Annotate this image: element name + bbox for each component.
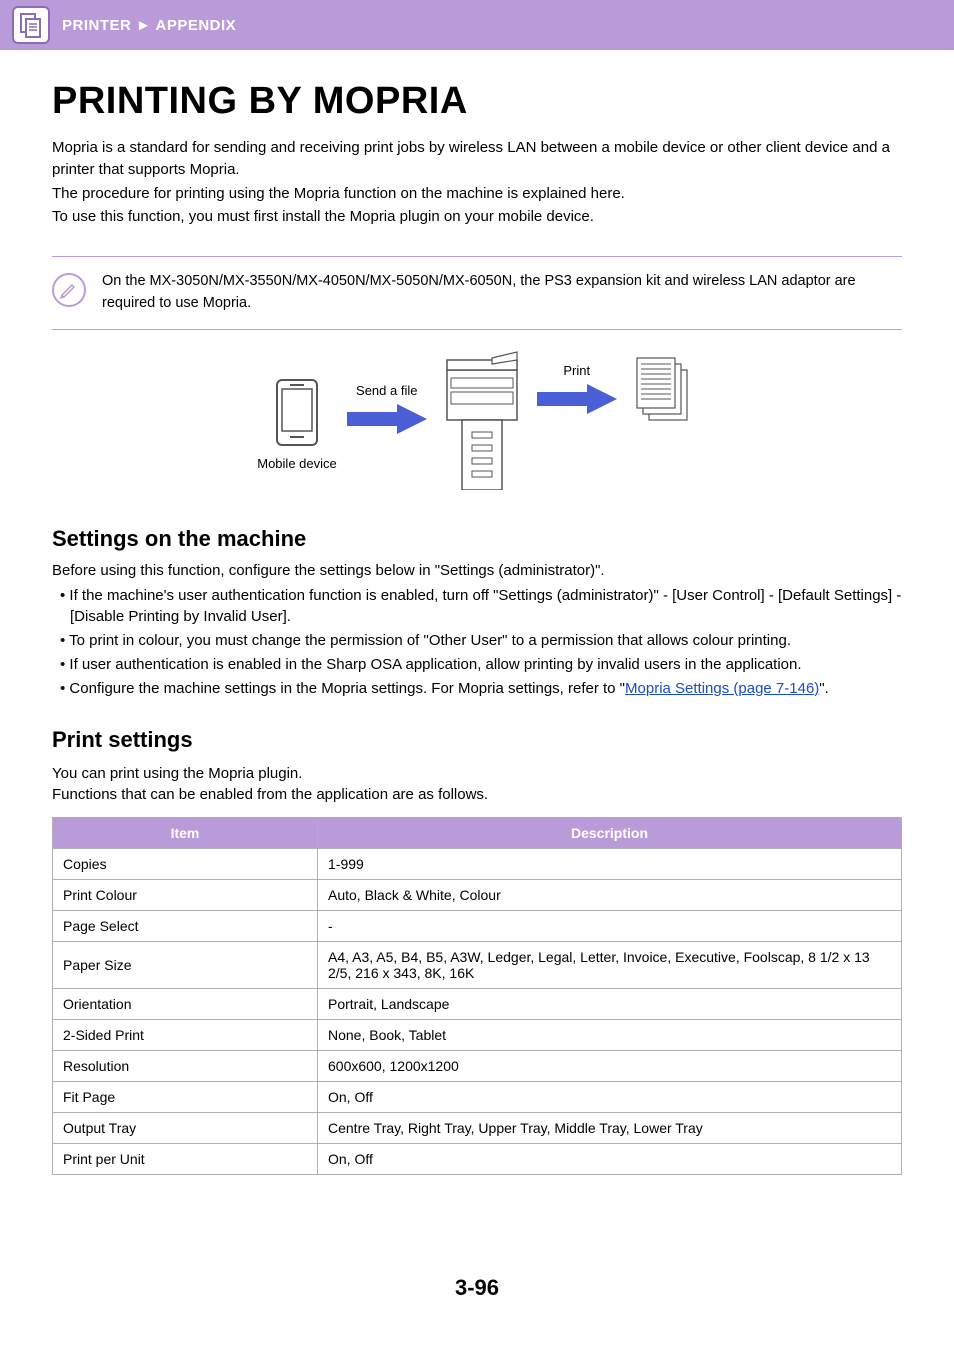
cell-description: On, Off: [318, 1144, 902, 1175]
cell-item: Paper Size: [53, 942, 318, 989]
mopria-settings-link[interactable]: Mopria Settings (page 7-146): [625, 680, 819, 697]
breadcrumb-page[interactable]: APPENDIX: [156, 17, 237, 34]
mobile-device-icon: [272, 375, 322, 450]
cell-item: Copies: [53, 849, 318, 880]
col-item: Item: [53, 818, 318, 849]
col-description: Description: [318, 818, 902, 849]
table-row: Print ColourAuto, Black & White, Colour: [53, 880, 902, 911]
table-row: OrientationPortrait, Landscape: [53, 989, 902, 1020]
header-bar: PRINTER ► APPENDIX: [0, 0, 954, 50]
print-settings-table: Item Description Copies1-999Print Colour…: [52, 817, 902, 1175]
cell-description: On, Off: [318, 1082, 902, 1113]
breadcrumb: PRINTER ► APPENDIX: [62, 17, 236, 34]
note-text: On the MX-3050N/MX-3550N/MX-4050N/MX-505…: [102, 271, 902, 315]
intro-p1: Mopria is a standard for sending and rec…: [52, 137, 902, 181]
printer-section-icon: [12, 6, 50, 44]
cell-item: 2-Sided Print: [53, 1020, 318, 1051]
settings-machine-bullets: If the machine's user authentication fun…: [52, 585, 902, 700]
arrow-print-label: Print: [563, 363, 590, 378]
bullet-item: If the machine's user authentication fun…: [60, 585, 902, 629]
cell-item: Orientation: [53, 989, 318, 1020]
cell-item: Print per Unit: [53, 1144, 318, 1175]
document-stack-icon: [627, 350, 697, 430]
mobile-device-label: Mobile device: [257, 456, 337, 471]
page-number: 3-96: [52, 1275, 902, 1331]
cell-item: Resolution: [53, 1051, 318, 1082]
cell-description: None, Book, Tablet: [318, 1020, 902, 1051]
mfp-printer-icon: [437, 350, 527, 490]
workflow-diagram: Mobile device Send a file Pr: [52, 350, 902, 496]
arrow-right-icon: [347, 404, 427, 434]
settings-machine-intro: Before using this function, configure th…: [52, 562, 902, 579]
table-row: Paper SizeA4, A3, A5, B4, B5, A3W, Ledge…: [53, 942, 902, 989]
table-row: Page Select-: [53, 911, 902, 942]
cell-description: -: [318, 911, 902, 942]
cell-description: Portrait, Landscape: [318, 989, 902, 1020]
arrow-right-icon: [537, 384, 617, 414]
table-row: Print per UnitOn, Off: [53, 1144, 902, 1175]
table-row: Resolution600x600, 1200x1200: [53, 1051, 902, 1082]
cell-description: Auto, Black & White, Colour: [318, 880, 902, 911]
intro-text: Mopria is a standard for sending and rec…: [52, 137, 902, 228]
cell-description: 1-999: [318, 849, 902, 880]
settings-machine-heading: Settings on the machine: [52, 526, 902, 552]
intro-p2: The procedure for printing using the Mop…: [52, 183, 902, 205]
pencil-icon: [52, 273, 86, 307]
breadcrumb-separator: ►: [136, 17, 151, 34]
table-row: Output TrayCentre Tray, Right Tray, Uppe…: [53, 1113, 902, 1144]
cell-description: Centre Tray, Right Tray, Upper Tray, Mid…: [318, 1113, 902, 1144]
table-row: 2-Sided PrintNone, Book, Tablet: [53, 1020, 902, 1051]
intro-p3: To use this function, you must first ins…: [52, 206, 902, 228]
cell-item: Fit Page: [53, 1082, 318, 1113]
table-row: Fit PageOn, Off: [53, 1082, 902, 1113]
print-settings-intro: You can print using the Mopria plugin. F…: [52, 763, 902, 805]
cell-item: Page Select: [53, 911, 318, 942]
note-box: On the MX-3050N/MX-3550N/MX-4050N/MX-505…: [52, 256, 902, 330]
print-settings-heading: Print settings: [52, 727, 902, 753]
table-row: Copies1-999: [53, 849, 902, 880]
arrow-send-label: Send a file: [356, 383, 417, 398]
bullet-item: To print in colour, you must change the …: [60, 630, 902, 652]
cell-item: Output Tray: [53, 1113, 318, 1144]
bullet-item: Configure the machine settings in the Mo…: [60, 678, 902, 700]
page-title: PRINTING BY MOPRIA: [52, 80, 902, 123]
cell-description: A4, A3, A5, B4, B5, A3W, Ledger, Legal, …: [318, 942, 902, 989]
breadcrumb-section[interactable]: PRINTER: [62, 17, 131, 34]
cell-item: Print Colour: [53, 880, 318, 911]
bullet-item: If user authentication is enabled in the…: [60, 654, 902, 676]
cell-description: 600x600, 1200x1200: [318, 1051, 902, 1082]
